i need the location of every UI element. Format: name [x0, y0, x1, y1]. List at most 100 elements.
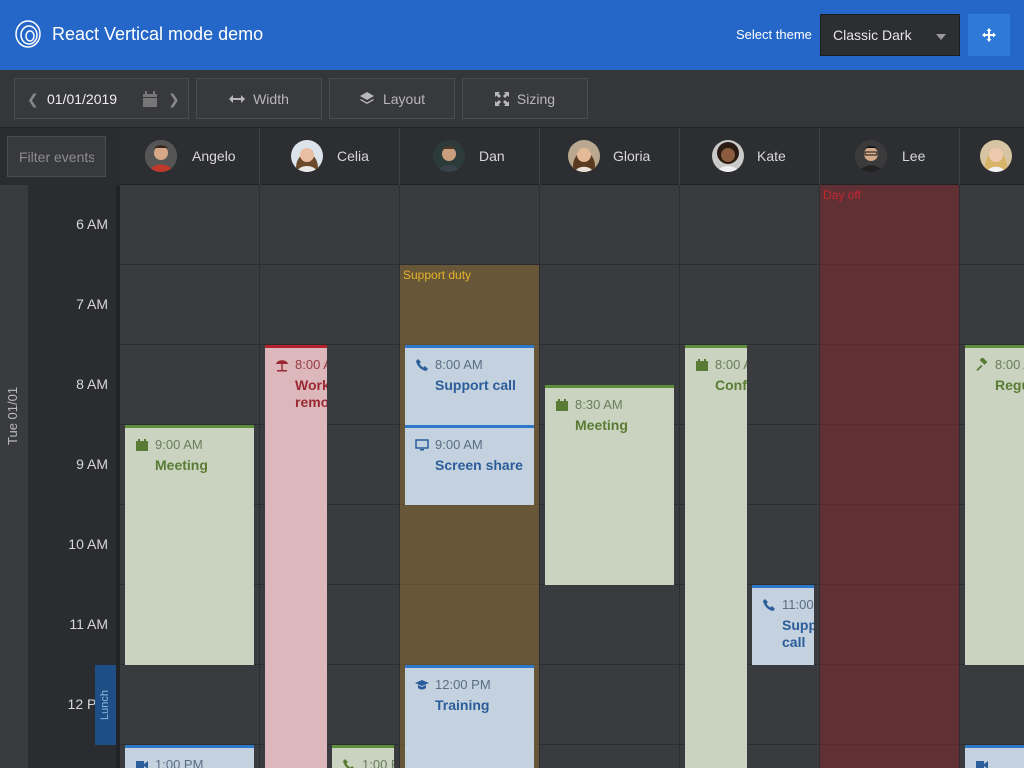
event-celia-next[interactable]: 1:00 PM — [332, 745, 394, 768]
column-line — [679, 185, 680, 768]
resource-name: Lee — [902, 148, 926, 164]
next-date-icon[interactable]: ❯ — [168, 91, 180, 108]
column-line — [539, 185, 540, 768]
sizing-button[interactable]: Sizing — [462, 78, 588, 119]
event-next-video[interactable] — [965, 745, 1024, 768]
logo-icon — [15, 20, 41, 48]
event-time: 9:00 AM — [435, 437, 483, 452]
graduation-cap-icon — [415, 680, 429, 690]
filter-area — [0, 128, 120, 185]
resource-name: Celia — [337, 148, 369, 164]
resource-name: Dan — [479, 148, 505, 164]
phone-icon — [763, 599, 775, 611]
time-label: 11 AM — [69, 616, 108, 632]
day-column: Tue 01/01 — [0, 185, 28, 768]
event-title: Meeting — [575, 417, 628, 433]
event-dan-training[interactable]: 12:00 PM Training — [405, 665, 534, 768]
event-title: Screen share — [435, 457, 523, 473]
calendar-icon[interactable] — [142, 91, 158, 108]
event-time: 8:00 AM — [715, 357, 747, 372]
time-label: 8 AM — [76, 376, 108, 392]
avatar — [433, 140, 465, 172]
expand-icon — [494, 91, 509, 106]
layout-label: Layout — [382, 90, 426, 107]
day-off-zone: Day off — [820, 185, 959, 768]
avatar — [980, 140, 1012, 172]
app-header: React Vertical mode demo Select theme Cl… — [0, 0, 1024, 70]
avatar — [291, 140, 323, 172]
event-title: Work remotely — [295, 377, 327, 410]
resource-column-angelo[interactable]: Angelo — [120, 128, 260, 185]
avatar — [145, 140, 177, 172]
theme-select-value: Classic Dark — [833, 27, 912, 43]
fullscreen-button[interactable] — [968, 14, 1010, 56]
gavel-icon — [976, 358, 988, 372]
event-title: Regular — [995, 377, 1024, 393]
sizing-label: Sizing — [516, 90, 556, 107]
theme-label: Select theme — [736, 27, 812, 42]
event-angelo-next[interactable]: 1:00 PM — [125, 745, 254, 768]
event-gloria-meeting[interactable]: 8:30 AM Meeting — [545, 385, 674, 585]
time-label: 10 AM — [68, 536, 108, 552]
event-kate-support-call[interactable]: 11:00 AM Support call — [752, 585, 814, 665]
event-time: 1:00 PM — [155, 757, 204, 768]
event-time: 8:00 AM — [995, 357, 1024, 372]
prev-date-icon[interactable]: ❮ — [27, 91, 39, 108]
schedule-grid[interactable]: Support duty Day off 9:00 AM Meeting 1:0… — [120, 185, 1024, 768]
event-dan-screen-share[interactable]: 9:00 AM Screen share — [405, 425, 534, 505]
calendar-icon — [696, 359, 708, 371]
event-time: 9:00 AM — [155, 437, 203, 452]
toolbar: ❮ 01/01/2019 ❯ Width Layout Sizing — [0, 70, 1024, 128]
event-title: Support call — [435, 377, 516, 393]
video-icon — [136, 761, 148, 768]
resource-column-gloria[interactable]: Gloria — [540, 128, 680, 185]
avatar — [855, 140, 887, 172]
event-time: 8:00 AM — [435, 357, 483, 372]
zone-label: Day off — [823, 188, 861, 202]
layout-button[interactable]: Layout — [329, 78, 455, 119]
resource-column-next[interactable] — [960, 128, 1024, 185]
time-label: 7 AM — [76, 296, 108, 312]
filter-events-input[interactable] — [7, 136, 106, 177]
resource-column-dan[interactable]: Dan — [400, 128, 540, 185]
monitor-icon — [415, 439, 429, 451]
event-title: Support call — [782, 617, 814, 650]
move-arrows-icon — [982, 28, 996, 42]
date-picker[interactable]: ❮ 01/01/2019 ❯ — [14, 78, 189, 119]
phone-icon — [416, 359, 428, 371]
video-icon — [976, 761, 988, 768]
event-title: Conference — [715, 377, 747, 393]
date-value: 01/01/2019 — [47, 91, 118, 107]
resource-column-kate[interactable]: Kate — [680, 128, 820, 185]
avatar — [568, 140, 600, 172]
event-regular[interactable]: 8:00 AM Regular — [965, 345, 1024, 665]
lunch-label: Lunch — [99, 690, 111, 720]
phone-icon — [343, 759, 354, 768]
resource-column-lee[interactable]: Lee — [820, 128, 960, 185]
app-title: React Vertical mode demo — [52, 24, 264, 44]
chevron-down-icon — [936, 34, 946, 40]
event-title: Meeting — [155, 457, 208, 473]
resource-header: Angelo Celia Dan Gloria Kate Lee — [120, 128, 1024, 185]
calendar-icon — [556, 399, 568, 411]
event-dan-support-call[interactable]: 8:00 AM Support call — [405, 345, 534, 425]
event-celia-work-remotely[interactable]: 8:00 AM Work remotely — [265, 345, 327, 768]
width-label: Width — [253, 90, 289, 107]
event-kate-conference[interactable]: 8:00 AM Conference — [685, 345, 747, 768]
resource-name: Kate — [757, 148, 786, 164]
event-time: 1:00 PM — [362, 757, 394, 768]
umbrella-beach-icon — [276, 360, 288, 372]
calendar-icon — [136, 439, 148, 451]
event-time: 11:00 AM — [782, 597, 814, 612]
time-label: 9 AM — [76, 456, 108, 472]
avatar — [712, 140, 744, 172]
column-line — [259, 185, 260, 768]
event-title: Training — [435, 697, 490, 713]
event-angelo-meeting[interactable]: 9:00 AM Meeting — [125, 425, 254, 665]
width-button[interactable]: Width — [196, 78, 322, 119]
event-time: 12:00 PM — [435, 677, 491, 692]
resource-name: Gloria — [613, 148, 651, 164]
zone-label: Support duty — [403, 268, 472, 282]
resource-column-celia[interactable]: Celia — [260, 128, 400, 185]
theme-select[interactable]: Classic Dark — [820, 14, 960, 56]
